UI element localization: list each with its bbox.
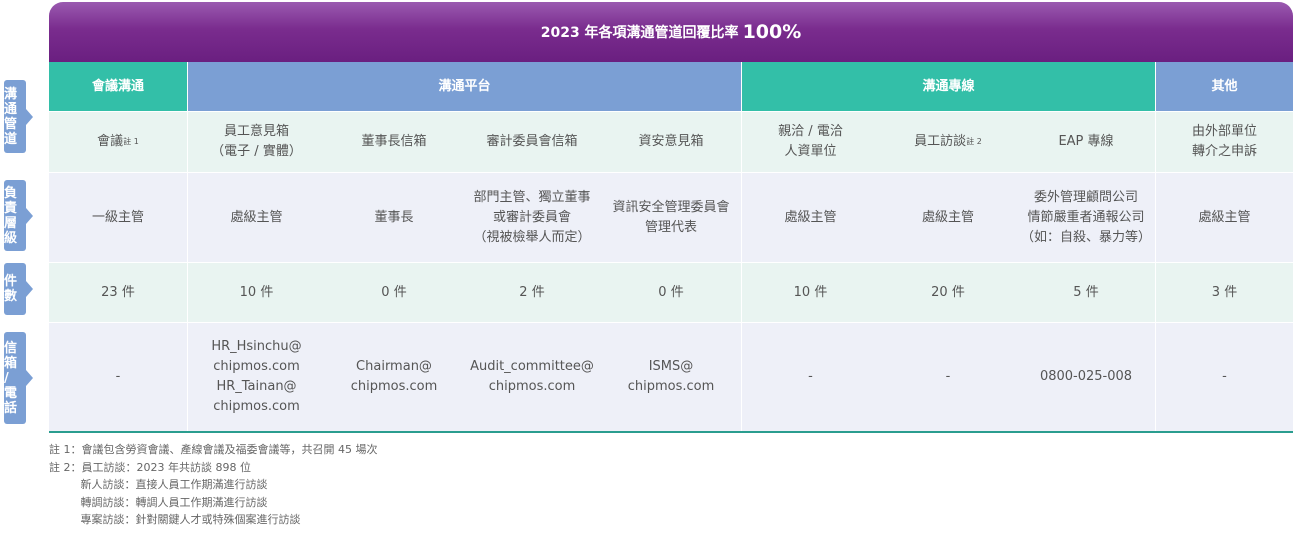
channel-cell-text: EAP 專線 <box>1058 134 1114 149</box>
contact-cell-text: - <box>808 369 813 384</box>
footnote-2-new-hire: 新人訪談：直接人員工作期滿進行訪談 <box>49 478 268 491</box>
channel-cell: 由外部單位 轉介之申訴 <box>1155 112 1293 172</box>
count-cell: 0 件 <box>601 263 741 322</box>
title-percentage: 100% <box>742 21 802 43</box>
level-cell: 一級主管 <box>49 173 187 262</box>
count-cell-text: 3 件 <box>1211 284 1238 300</box>
channel-cell-text: 資安意見箱 <box>638 134 704 149</box>
level-cell: 處級主管 <box>741 173 879 262</box>
contact-cell: - <box>741 323 879 431</box>
channel-cell-text: 員工訪談 <box>914 134 967 149</box>
side-tab-channel: 溝 通 管 道 <box>4 80 33 153</box>
contact-cell: Chairman@ chipmos.com <box>325 323 463 431</box>
count-cell-text: 2 件 <box>519 284 545 300</box>
channel-row: 會議註 1 員工意見箱 （電子 / 實體） 董事長信箱 審計委員會信箱 資安意見箱 親洽 … <box>49 112 1293 173</box>
level-cell: 部門主管、獨立董事 或審計委員會 （視被檢舉人而定） <box>463 173 601 262</box>
level-cell-text: 委外管理顧問公司 情節嚴重者通報公司 （如：自殺、暴力等） <box>1020 189 1151 245</box>
count-cell-text: 20 件 <box>931 284 965 300</box>
header-hotline: 溝通專線 <box>741 62 1155 111</box>
level-cell: 委外管理顧問公司 情節嚴重者通報公司 （如：自殺、暴力等） <box>1017 173 1155 262</box>
channel-cell-text: 會議 <box>97 134 124 149</box>
channel-cell: 會議註 1 <box>49 112 187 172</box>
header-platform: 溝通平台 <box>187 62 741 111</box>
count-cell-text: 23 件 <box>101 284 135 300</box>
level-cell-text: 處級主管 <box>1198 209 1251 225</box>
level-cell: 資訊安全管理委員會 管理代表 <box>601 173 741 262</box>
count-cell: 10 件 <box>187 263 325 322</box>
level-cell: 處級主管 <box>879 173 1017 262</box>
footnote-2: 註 2：員工訪談：2023 年共訪談 898 位 <box>49 460 251 474</box>
footnote-marker: 註 2 <box>966 137 982 146</box>
level-cell-text: 部門主管、獨立董事 或審計委員會 （視被檢舉人而定） <box>473 189 591 245</box>
channel-cell-text: 董事長信箱 <box>361 134 427 149</box>
table-title-bar: 2023 年各項溝通管道回覆比率 100% <box>49 2 1293 62</box>
footnotes: 註 1：會議包含勞資會議、產線會議及福委會議等，共召開 45 場次 註 2：員工… <box>49 441 377 529</box>
level-cell: 處級主管 <box>187 173 325 262</box>
count-cell-text: 10 件 <box>239 284 274 300</box>
contact-cell-text: - <box>945 369 951 384</box>
footnote-2-transfer: 轉調訪談：轉調人員工作期滿進行訪談 <box>49 495 268 509</box>
contact-cell: - <box>1155 323 1293 431</box>
contact-cell-text: - <box>1222 369 1227 384</box>
count-row: 23 件 10 件 0 件 2 件 0 件 10 件 20 件 5 件 3 件 <box>49 263 1293 323</box>
header-row: 會議溝通 溝通平台 溝通專線 其他 <box>49 62 1293 112</box>
channel-cell-text: 由外部單位 轉介之申訴 <box>1191 124 1257 159</box>
level-row: 一級主管 處級主管 董事長 部門主管、獨立董事 或審計委員會 （視被檢舉人而定） 資訊安… <box>49 173 1293 263</box>
channel-cell: 董事長信箱 <box>325 112 463 172</box>
channel-cell: 親洽 / 電洽 人資單位 <box>741 112 879 172</box>
footnote-marker: 註 1 <box>123 137 139 146</box>
count-cell: 10 件 <box>741 263 879 322</box>
count-cell-text: 0 件 <box>658 284 684 300</box>
contact-cell-text: ISMS@ chipmos.com <box>627 359 715 394</box>
contact-cell: - <box>49 323 187 431</box>
contact-cell-text: 0800-025-008 <box>1039 369 1133 384</box>
channel-cell: 審計委員會信箱 <box>463 112 601 172</box>
channel-cell: 員工意見箱 （電子 / 實體） <box>187 112 325 172</box>
contact-cell: 0800-025-008 <box>1017 323 1155 431</box>
count-cell: 5 件 <box>1017 263 1155 322</box>
channel-cell: 員工訪談註 2 <box>879 112 1017 172</box>
side-tab-contact: 信 箱 / 電 話 <box>4 332 33 424</box>
contact-cell: - <box>879 323 1017 431</box>
channel-cell-text: 員工意見箱 （電子 / 實體） <box>211 124 302 159</box>
channel-cell: 資安意見箱 <box>601 112 741 172</box>
level-cell: 處級主管 <box>1155 173 1293 262</box>
side-tab-count: 件 數 <box>4 263 33 315</box>
table-bottom-rule <box>49 431 1293 433</box>
count-cell: 0 件 <box>325 263 463 322</box>
header-other: 其他 <box>1155 62 1293 111</box>
contact-cell-text: HR_Hsinchu@ chipmos.com HR_Tainan@ chipm… <box>211 339 302 414</box>
level-cell-text: 處級主管 <box>784 209 837 225</box>
count-cell: 20 件 <box>879 263 1017 322</box>
contact-cell-text: Chairman@ chipmos.com <box>350 359 438 394</box>
table-title: 2023 年各項溝通管道回覆比率 <box>540 25 739 41</box>
header-meeting: 會議溝通 <box>49 62 187 111</box>
contact-cell: ISMS@ chipmos.com <box>601 323 741 431</box>
contact-row: - HR_Hsinchu@ chipmos.com HR_Tainan@ chip… <box>49 323 1293 431</box>
contact-cell: HR_Hsinchu@ chipmos.com HR_Tainan@ chipm… <box>187 323 325 431</box>
count-cell-text: 5 件 <box>1073 284 1099 300</box>
level-cell-text: 處級主管 <box>230 209 283 225</box>
level-cell-text: 處級主管 <box>921 209 974 225</box>
footnote-2-project: 專案訪談：針對關鍵人才或特殊個案進行訪談 <box>49 513 301 526</box>
side-tab-level: 負 責 層 級 <box>4 180 33 251</box>
level-cell-text: 資訊安全管理委員會 管理代表 <box>612 199 730 235</box>
contact-cell-text: - <box>115 369 121 384</box>
channel-table: 會議溝通 溝通平台 溝通專線 其他 會議註 1 員工意見箱 （電子 / 實體） 董事… <box>49 62 1293 431</box>
count-cell: 23 件 <box>49 263 187 322</box>
count-cell-text: 0 件 <box>381 284 407 300</box>
channel-cell: EAP 專線 <box>1017 112 1155 172</box>
channel-cell-text: 審計委員會信箱 <box>486 134 578 149</box>
contact-cell: Audit_committee@ chipmos.com <box>463 323 601 431</box>
footnote-1: 註 1：會議包含勞資會議、產線會議及福委會議等，共召開 45 場次 <box>49 443 378 456</box>
contact-cell-text: Audit_committee@ chipmos.com <box>470 359 594 394</box>
count-cell: 3 件 <box>1155 263 1293 322</box>
level-cell-text: 董事長 <box>374 209 414 225</box>
level-cell: 董事長 <box>325 173 463 262</box>
count-cell-text: 10 件 <box>793 284 828 300</box>
count-cell: 2 件 <box>463 263 601 322</box>
channel-cell-text: 親洽 / 電洽 人資單位 <box>778 124 843 159</box>
level-cell-text: 一級主管 <box>91 209 144 225</box>
